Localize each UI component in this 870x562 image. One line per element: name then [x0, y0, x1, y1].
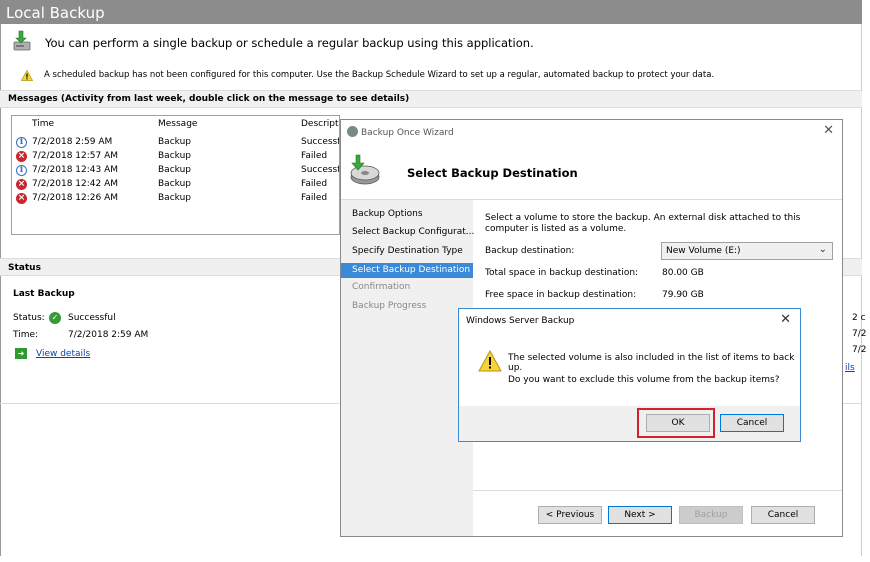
destination-label: Backup destination: — [485, 246, 575, 256]
wizard-description: Select a volume to store the backup. An … — [485, 213, 801, 234]
free-space-label: Free space in backup destination: — [485, 290, 637, 300]
nav-item-confirmation: Confirmation — [352, 282, 411, 292]
info-icon: i — [16, 137, 27, 148]
warning-icon — [21, 70, 33, 81]
arrow-right-icon: ➜ — [15, 348, 27, 359]
row-message: Backup — [158, 151, 191, 161]
row-description: Successful — [301, 165, 339, 175]
total-space-value: 80.00 GB — [662, 268, 704, 278]
row-time: 7/2/2018 12:42 AM — [32, 179, 119, 189]
row-message: Backup — [158, 137, 191, 147]
row-message: Backup — [158, 179, 191, 189]
wizard-cancel-button[interactable]: Cancel — [751, 506, 815, 524]
wizard-heading: Select Backup Destination — [407, 166, 578, 180]
app-title: Local Backup — [6, 4, 105, 22]
dialog-message-line1: The selected volume is also included in … — [508, 353, 795, 373]
wizard-nav: Backup Options Select Backup Configurat.… — [341, 200, 474, 536]
column-header-time[interactable]: Time — [32, 119, 54, 133]
nav-item-backup-progress: Backup Progress — [352, 301, 427, 311]
status-label: Status: — [13, 313, 45, 323]
row-time: 7/2/2018 2:59 AM — [32, 137, 113, 147]
table-row[interactable]: i 7/2/2018 2:59 AM Backup Successful — [12, 136, 339, 150]
table-row[interactable]: × 7/2/2018 12:42 AM Backup Failed — [12, 178, 339, 192]
messages-list[interactable]: Time Message Descriptio i 7/2/2018 2:59 … — [11, 115, 340, 235]
table-row[interactable]: × 7/2/2018 12:57 AM Backup Failed — [12, 150, 339, 164]
intro-text: You can perform a single backup or sched… — [45, 36, 534, 50]
dialog-cancel-button[interactable]: Cancel — [720, 414, 784, 432]
partial-text: 7/2 — [852, 345, 867, 355]
free-space-value: 79.90 GB — [662, 290, 704, 300]
row-description: Failed — [301, 179, 328, 189]
column-header-message[interactable]: Message — [158, 119, 197, 133]
dialog-title: Windows Server Backup — [466, 316, 575, 326]
last-backup-title: Last Backup — [13, 289, 75, 299]
backup-button: Backup — [679, 506, 743, 524]
app-title-bar: Local Backup — [0, 0, 862, 24]
destination-value: New Volume (E:) — [666, 246, 741, 256]
table-row[interactable]: i 7/2/2018 12:43 AM Backup Successful — [12, 164, 339, 178]
partial-link[interactable]: ils — [845, 363, 855, 373]
row-message: Backup — [158, 165, 191, 175]
nav-item-select-backup-destination[interactable]: Select Backup Destination — [341, 263, 473, 278]
chevron-down-icon: ⌄ — [818, 244, 827, 255]
nav-item-specify-destination-type[interactable]: Specify Destination Type — [341, 244, 473, 259]
info-icon: i — [16, 165, 27, 176]
view-details-link[interactable]: View details — [36, 349, 90, 359]
wizard-title-bar: Backup Once Wizard — [347, 126, 454, 138]
divider — [473, 490, 842, 491]
backup-disk-icon — [350, 154, 380, 185]
table-row[interactable]: × 7/2/2018 12:26 AM Backup Failed — [12, 192, 339, 206]
close-icon[interactable]: ✕ — [823, 123, 834, 138]
row-time: 7/2/2018 12:43 AM — [32, 165, 119, 175]
status-value: Successful — [68, 313, 116, 323]
error-icon: × — [16, 179, 27, 190]
time-label: Time: — [13, 330, 39, 340]
previous-button[interactable]: < Previous — [538, 506, 602, 524]
row-time: 7/2/2018 12:57 AM — [32, 151, 119, 161]
total-space-label: Total space in backup destination: — [485, 268, 639, 278]
nav-item-select-backup-configuration[interactable]: Select Backup Configurat... — [341, 225, 474, 240]
success-check-icon: ✓ — [49, 312, 61, 324]
error-icon: × — [16, 151, 27, 162]
time-value: 7/2/2018 2:59 AM — [68, 330, 149, 340]
next-button[interactable]: Next > — [608, 506, 672, 524]
wizard-title: Backup Once Wizard — [361, 128, 454, 138]
close-icon[interactable]: ✕ — [780, 312, 791, 327]
partial-text: 2 c — [852, 313, 866, 323]
wizard-app-icon — [347, 126, 358, 137]
destination-dropdown[interactable]: New Volume (E:) ⌄ — [661, 242, 833, 260]
warning-text: A scheduled backup has not been configur… — [44, 70, 715, 80]
row-time: 7/2/2018 12:26 AM — [32, 193, 119, 203]
dialog-message-line2: Do you want to exclude this volume from … — [508, 375, 780, 385]
row-description: Failed — [301, 151, 328, 161]
row-description: Successful — [301, 137, 339, 147]
row-message: Backup — [158, 193, 191, 203]
error-icon: × — [16, 193, 27, 204]
partial-text: 7/2 — [852, 329, 867, 339]
warning-icon — [478, 350, 502, 372]
column-header-description[interactable]: Descriptio — [301, 119, 339, 133]
backup-icon — [13, 30, 31, 51]
row-description: Failed — [301, 193, 328, 203]
nav-item-backup-options[interactable]: Backup Options — [341, 207, 473, 222]
ok-highlight-box — [637, 408, 715, 438]
messages-header: Messages (Activity from last week, doubl… — [0, 90, 862, 108]
windows-server-backup-dialog: Windows Server Backup ✕ The selected vol… — [458, 308, 801, 442]
